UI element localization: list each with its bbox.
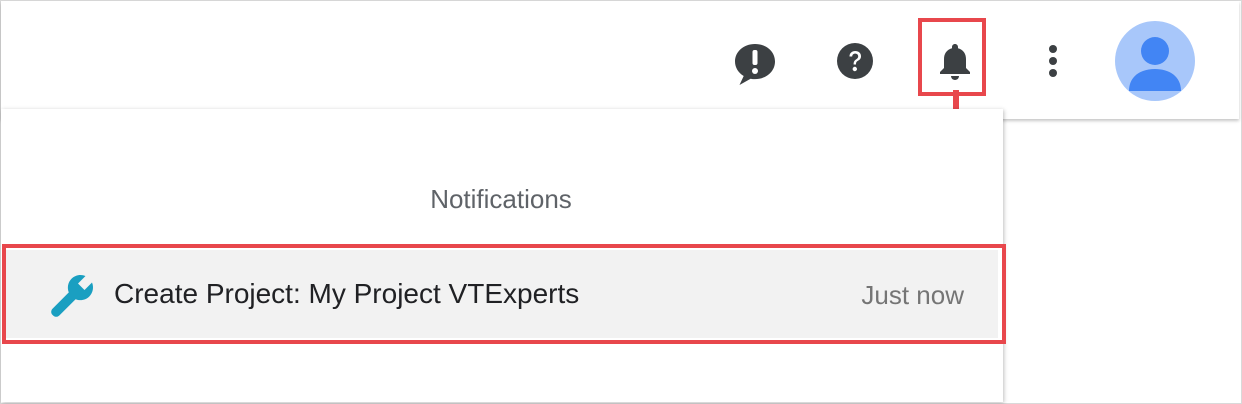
notifications-title: Notifications	[430, 184, 572, 214]
account-avatar[interactable]	[1115, 21, 1195, 101]
feedback-icon	[735, 44, 775, 85]
help-button[interactable]	[831, 37, 879, 85]
more-options-button[interactable]	[1033, 37, 1073, 85]
top-app-bar	[1, 1, 1239, 119]
feedback-button[interactable]	[729, 37, 781, 89]
more-vert-icon	[1049, 45, 1057, 77]
person-icon	[1129, 37, 1181, 91]
help-icon	[837, 43, 873, 79]
bell-highlight-box	[918, 18, 986, 96]
notification-highlight-box	[2, 244, 1006, 344]
